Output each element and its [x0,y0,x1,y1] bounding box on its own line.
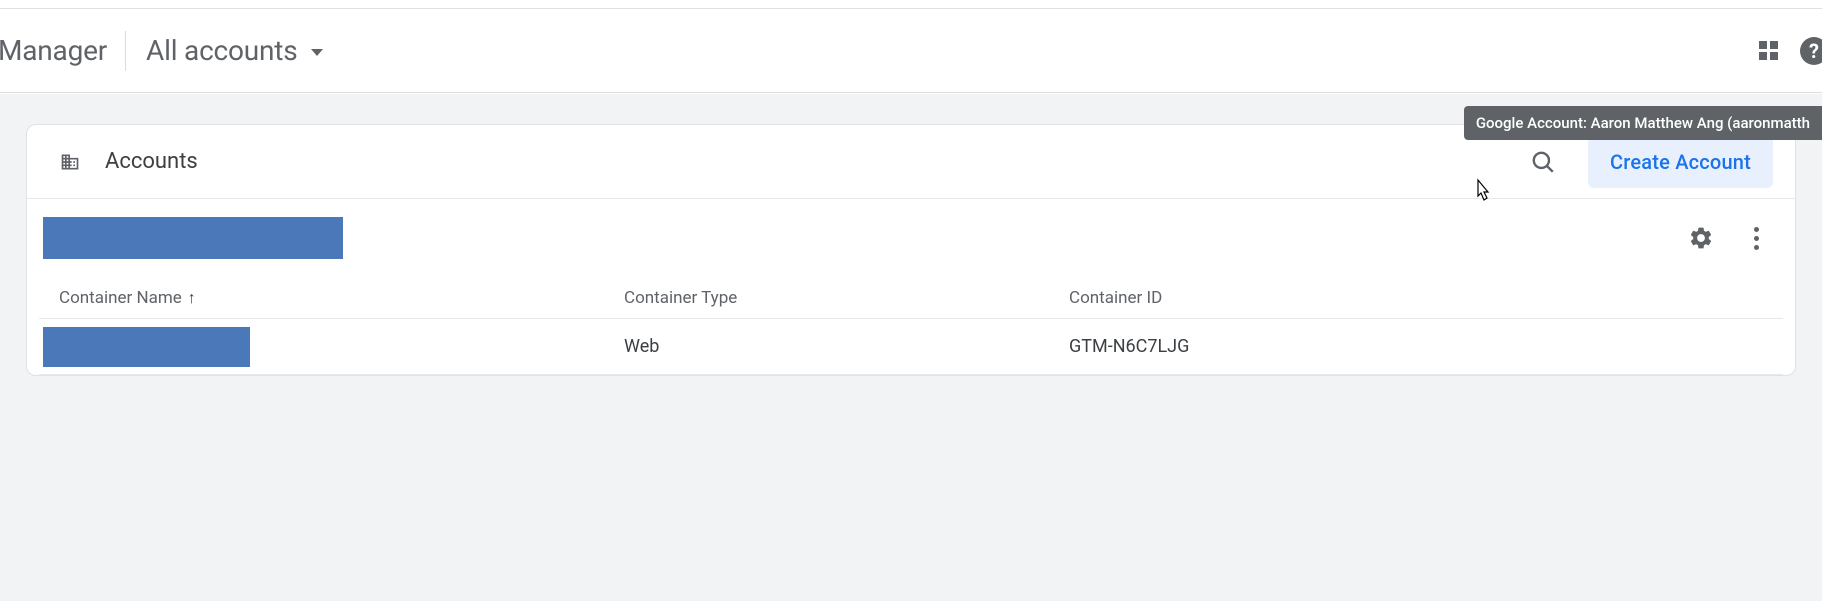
card-title: Accounts [105,149,1522,174]
more-vert-icon [1754,227,1759,232]
gear-icon [1688,225,1714,251]
caret-down-icon [311,49,323,56]
container-name-redacted [43,327,250,367]
account-switcher[interactable]: All accounts [146,34,323,67]
cell-container-id: GTM-N6C7LJG [1069,336,1763,357]
account-name-redacted[interactable] [43,217,343,259]
search-button[interactable] [1522,141,1564,183]
account-more-button[interactable] [1744,221,1769,256]
account-switcher-label: All accounts [146,34,297,67]
create-account-button[interactable]: Create Account [1588,136,1773,188]
header-right: ? [1759,9,1822,92]
sort-ascending-icon: ↑ [188,288,196,308]
account-name-row [39,199,1783,277]
cell-container-name [59,327,624,367]
apps-grid-icon[interactable] [1759,41,1778,60]
column-name-label: Container Name [59,288,182,308]
header-left: Manager All accounts [0,9,323,92]
search-icon [1530,149,1556,175]
column-header-type[interactable]: Container Type [624,288,1069,308]
accounts-card: Accounts Create Account [26,124,1796,376]
cell-container-type: Web [624,336,1069,357]
table-header: Container Name ↑ Container Type Containe… [39,277,1783,319]
column-header-name[interactable]: Container Name ↑ [59,288,624,308]
table-row[interactable]: Web GTM-N6C7LJG [39,319,1783,375]
header-bar: Manager All accounts ? [0,9,1822,93]
account-settings-button[interactable] [1688,225,1714,251]
accounts-icon [59,152,81,172]
account-tooltip: Google Account: Aaron Matthew Ang (aaron… [1464,106,1822,140]
column-header-id[interactable]: Container ID [1069,288,1763,308]
account-block: Container Name ↑ Container Type Containe… [39,199,1783,375]
help-icon[interactable]: ? [1800,37,1822,65]
brand-name: Manager [0,34,107,67]
header-divider [125,31,126,71]
